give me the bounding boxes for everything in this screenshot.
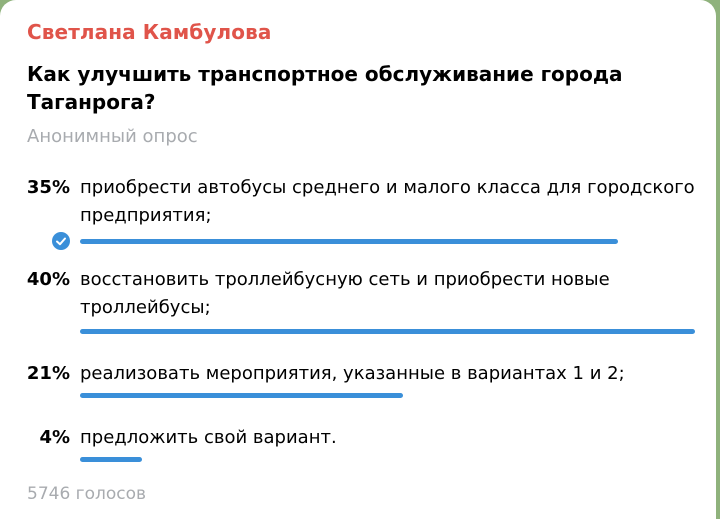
poll-question: Как улучшить транспортное обслуживание г…: [27, 62, 623, 114]
option-text: восстановить троллейбусную сеть и приобр…: [80, 269, 610, 318]
option-percent: 21%: [26, 363, 70, 384]
option-text: предложить свой вариант.: [80, 427, 337, 448]
voted-check-icon: [52, 232, 70, 250]
option-result-bar: [80, 329, 695, 334]
total-votes[interactable]: 5746 голосов: [27, 484, 146, 504]
option-text: реализовать мероприятия, указанные в вар…: [80, 363, 625, 384]
option-percent: 40%: [26, 269, 70, 290]
option-percent: 4%: [39, 427, 70, 448]
option-text: приобрести автобусы среднего и малого кл…: [80, 177, 695, 226]
option-result-bar: [80, 239, 618, 244]
option-result-bar: [80, 393, 403, 398]
message-bubble: Светлана Камбулова Как улучшить транспор…: [0, 0, 716, 519]
option-percent: 35%: [26, 177, 70, 198]
option-result-bar: [80, 457, 142, 462]
message-author[interactable]: Светлана Камбулова: [27, 20, 271, 44]
poll-type-label: Анонимный опрос: [27, 126, 198, 147]
